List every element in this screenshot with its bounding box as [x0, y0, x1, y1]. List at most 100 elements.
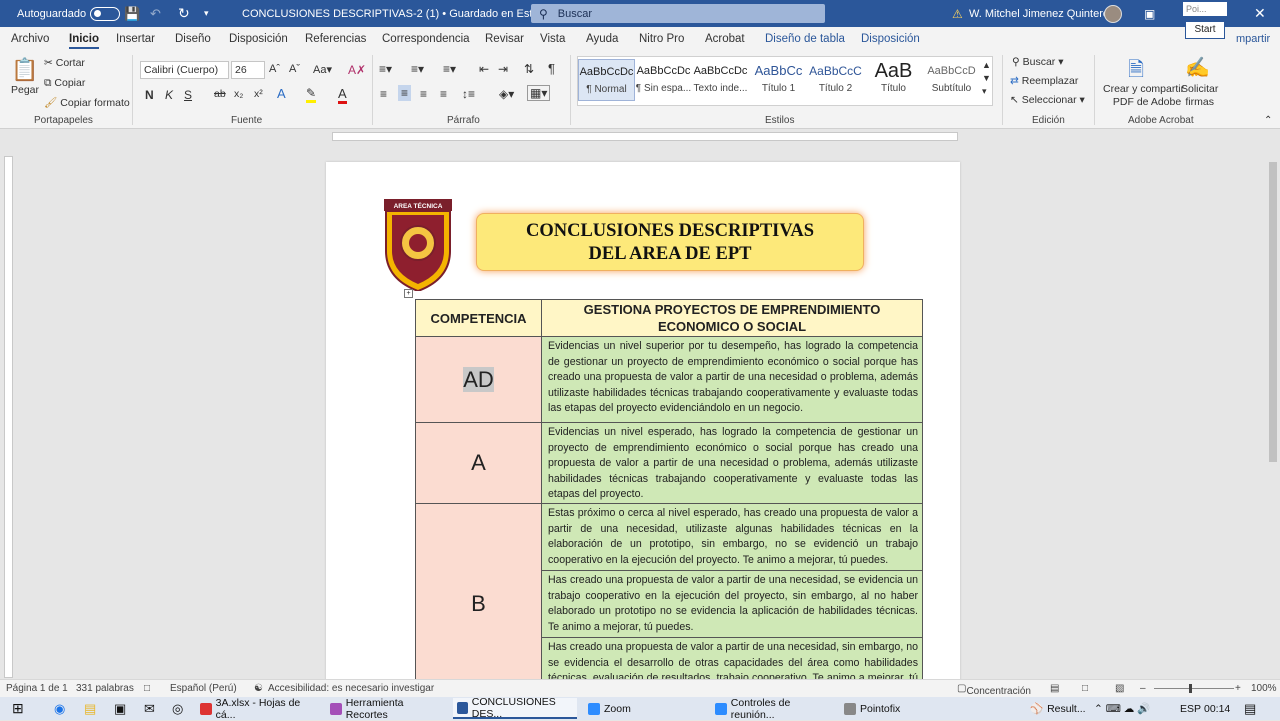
share-button[interactable]: mpartir	[1236, 33, 1270, 45]
vertical-scrollbar[interactable]	[1266, 148, 1280, 678]
mail-icon[interactable]: ✉	[140, 698, 155, 719]
language-indicator[interactable]: ESP	[1176, 698, 1201, 719]
copy-button[interactable]: ⧉ Copiar	[44, 77, 85, 90]
taskbar-item-zoom[interactable]: Zoom	[584, 698, 704, 719]
align-center-icon[interactable]: ≡	[398, 85, 412, 101]
notifications-icon[interactable]: ▤	[1240, 698, 1256, 719]
style-normal[interactable]: AaBbCcDc ¶ Normal	[578, 59, 635, 101]
taskbar-item-excel[interactable]: 3A.xlsx - Hojas de cá...	[196, 697, 320, 721]
read-mode-icon[interactable]: ▤	[1050, 683, 1059, 694]
request-signatures-button[interactable]: Solicitar firmas	[1181, 83, 1218, 109]
strikethrough-icon[interactable]: ab	[214, 88, 226, 100]
multilevel-icon[interactable]: ≡▾	[443, 62, 456, 76]
web-layout-icon[interactable]: ▧	[1115, 683, 1124, 694]
find-button[interactable]: ⚲ Buscar ▾	[1012, 56, 1064, 68]
focus-mode-button[interactable]: ▢ Concentración	[957, 683, 1031, 697]
language-status[interactable]: Español (Perú)	[170, 683, 237, 694]
shrink-font-icon[interactable]: Aˇ	[289, 63, 300, 75]
font-color-icon[interactable]: A	[338, 86, 347, 104]
bold-button[interactable]: N	[145, 88, 154, 102]
autosave-toggle[interactable]	[84, 0, 120, 27]
tab-inicio[interactable]: Inicio	[69, 33, 100, 49]
zoom-level[interactable]: 100%	[1251, 683, 1277, 694]
tab-ayuda[interactable]: Ayuda	[586, 33, 618, 45]
style-no-spacing[interactable]: AaBbCcDc ¶ Sin espa...	[635, 59, 692, 101]
description-cell[interactable]: Estas próximo o cerca al nivel esperado,…	[541, 502, 923, 571]
taskbar-item-word[interactable]: CONCLUSIONES DES...	[453, 696, 577, 720]
chrome-icon[interactable]: ◎	[168, 698, 183, 719]
tab-vista[interactable]: Vista	[540, 33, 565, 45]
zoom-slider-thumb[interactable]	[1189, 684, 1192, 693]
accessibility-status[interactable]: Accesibilidad: es necesario investigar	[268, 683, 434, 694]
start-button[interactable]: Start	[1185, 21, 1225, 39]
bullets-icon[interactable]: ≡▾	[379, 62, 392, 76]
tab-nitro-pro[interactable]: Nitro Pro	[639, 33, 684, 45]
taskbar-item-pointofix[interactable]: Pointofix	[840, 698, 960, 719]
pilcrow-icon[interactable]: ¶	[548, 61, 555, 76]
tab-diseno-tabla[interactable]: Diseño de tabla	[765, 33, 845, 45]
store-icon[interactable]: ▣	[110, 698, 126, 719]
tab-archivo[interactable]: Archivo	[11, 33, 49, 45]
line-spacing-icon[interactable]: ↕≡	[462, 87, 475, 101]
description-cell[interactable]: Evidencias un nivel esperado, has lograd…	[541, 422, 923, 504]
numbering-icon[interactable]: ≡▾	[411, 62, 424, 76]
customize-qat-icon[interactable]: ▾	[204, 0, 209, 27]
level-cell[interactable]: A	[415, 422, 542, 504]
print-layout-icon[interactable]: □	[1082, 683, 1088, 694]
user-name[interactable]: W. Mitchel Jimenez Quinteros	[969, 0, 1115, 27]
taskbar-item-snipping[interactable]: Herramienta Recortes	[326, 697, 446, 721]
paste-button[interactable]: Pegar	[11, 84, 39, 96]
shading-icon[interactable]: ◈▾	[499, 87, 514, 101]
header-competency-name[interactable]: GESTIONA PROYECTOS DE EMPRENDIMIENTO ECO…	[541, 299, 923, 337]
zoom-in-icon[interactable]: +	[1235, 683, 1241, 694]
subscript-icon[interactable]: x₂	[234, 88, 243, 100]
tab-disposicion-tabla[interactable]: Disposición	[861, 33, 920, 45]
style-heading1[interactable]: AaBbCc Título 1	[750, 59, 807, 101]
tray-icons[interactable]: ⌃ ⌨ ☁ 🔊	[1090, 698, 1150, 719]
align-right-icon[interactable]: ≡	[420, 87, 427, 101]
highlight-icon[interactable]: ✎	[306, 86, 317, 103]
header-competencia[interactable]: COMPETENCIA	[415, 299, 542, 337]
style-indented[interactable]: AaBbCcDc Texto inde...	[692, 59, 749, 101]
decrease-indent-icon[interactable]: ⇤	[479, 62, 489, 76]
tab-acrobat[interactable]: Acrobat	[705, 33, 745, 45]
font-size-select[interactable]: 26	[231, 61, 265, 79]
cut-button[interactable]: ✂ Cortar	[44, 57, 85, 69]
warning-icon[interactable]: ⚠	[952, 0, 963, 27]
superscript-icon[interactable]: x²	[254, 88, 263, 100]
increase-indent-icon[interactable]: ⇥	[498, 62, 508, 76]
create-pdf-button[interactable]: Crear y compartir PDF de Adobe	[1103, 83, 1184, 109]
italic-button[interactable]: K	[165, 88, 173, 102]
redo-icon[interactable]: ↻	[178, 0, 190, 27]
conclusions-table[interactable]: COMPETENCIA GESTIONA PROYECTOS DE EMPREN…	[415, 299, 923, 682]
tab-diseno[interactable]: Diseño	[175, 33, 211, 45]
description-cell[interactable]: Has creado una propuesta de valor a part…	[541, 636, 923, 682]
clear-format-icon[interactable]: A✗	[348, 63, 366, 77]
underline-button[interactable]: S	[184, 88, 192, 102]
description-cell[interactable]: Has creado una propuesta de valor a part…	[541, 569, 923, 638]
justify-icon[interactable]: ≡	[440, 87, 447, 101]
text-effects-icon[interactable]: A	[277, 86, 286, 101]
close-icon[interactable]: ✕	[1254, 0, 1266, 27]
style-heading2[interactable]: AaBbCcC Título 2	[807, 59, 864, 101]
change-case-icon[interactable]: Aa▾	[313, 63, 332, 76]
scroll-thumb[interactable]	[1269, 162, 1277, 462]
save-icon[interactable]: 💾	[124, 0, 140, 27]
tab-insertar[interactable]: Insertar	[116, 33, 155, 45]
undo-icon[interactable]: ↶	[150, 0, 161, 27]
sort-icon[interactable]: ⇅	[524, 62, 534, 76]
request-signature-icon[interactable]: ✍	[1185, 55, 1210, 80]
vertical-ruler[interactable]	[4, 156, 13, 678]
search-input[interactable]: ⚲ Buscar	[531, 4, 825, 23]
clock[interactable]: 00:14	[1200, 698, 1230, 719]
tab-disposicion[interactable]: Disposición	[229, 33, 288, 45]
style-title[interactable]: AaB Título	[865, 59, 922, 101]
tab-correspondencia[interactable]: Correspondencia	[382, 33, 470, 45]
tab-referencias[interactable]: Referencias	[305, 33, 366, 45]
document-page[interactable]: AREA TÉCNICA CONCLUSIONES DESCRIPTIVAS D…	[326, 162, 960, 682]
page-count[interactable]: Página 1 de 1	[6, 683, 68, 694]
ribbon-display-icon[interactable]: ▣	[1144, 0, 1155, 27]
tab-revisar[interactable]: Revisar	[485, 33, 524, 45]
description-cell[interactable]: Evidencias un nivel superior por tu dese…	[541, 336, 923, 423]
results-widget[interactable]: ⚾ Result...	[1026, 698, 1086, 719]
